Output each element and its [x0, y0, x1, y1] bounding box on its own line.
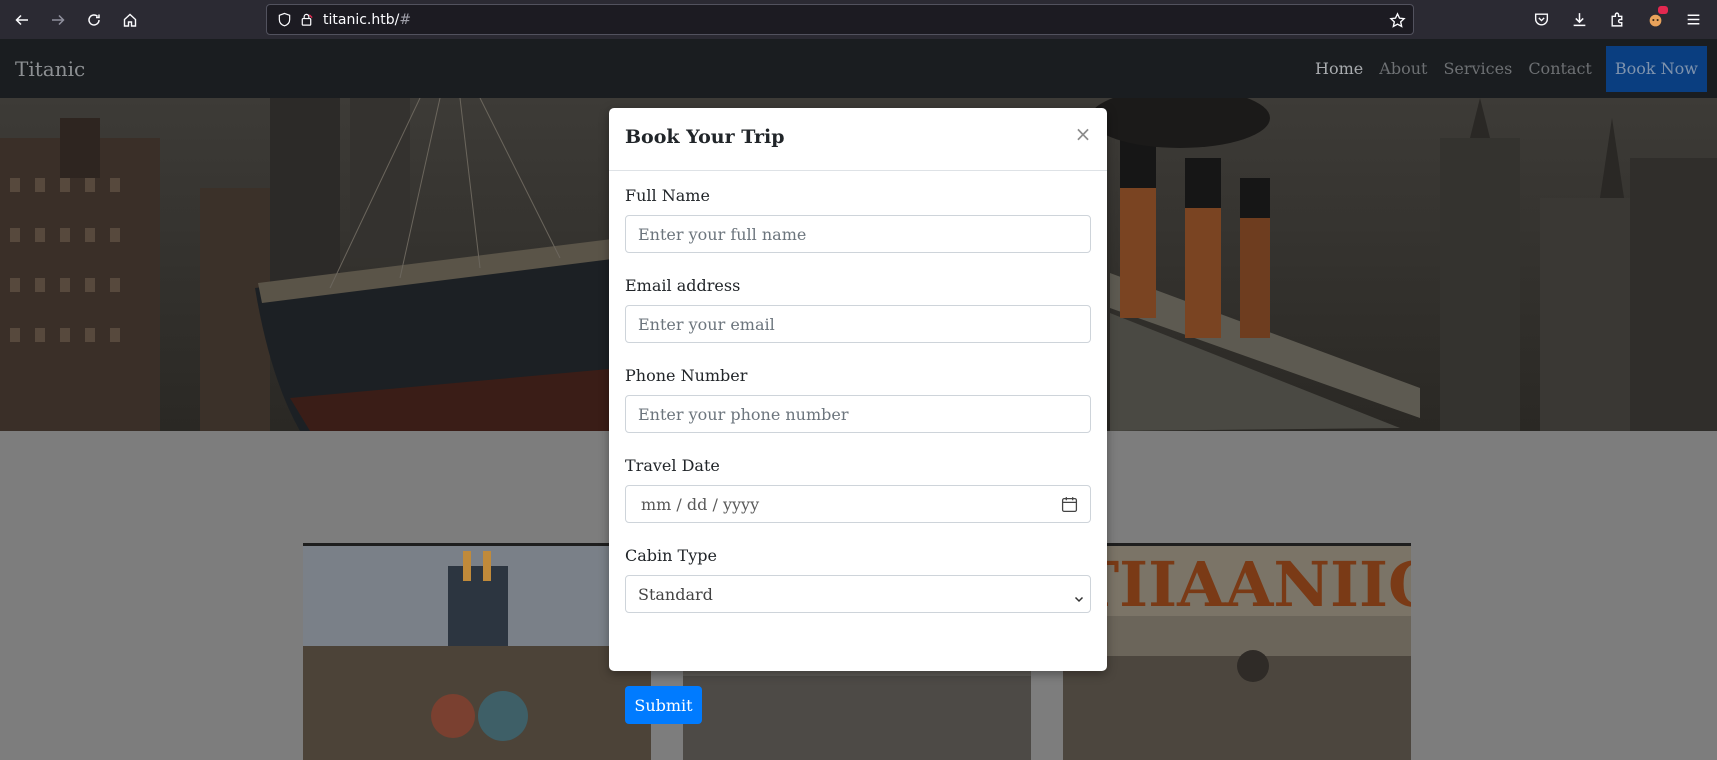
modal-title: Book Your Trip	[625, 126, 785, 148]
feature-card-3: TIIAANIIC	[1063, 543, 1411, 760]
reload-icon[interactable]	[76, 2, 112, 38]
site-navbar: Titanic Home About Services Contact Book…	[0, 39, 1717, 98]
web-page: Titanic Home About Services Contact Book…	[0, 39, 1717, 760]
notification-badge	[1658, 5, 1668, 14]
travel-date-placeholder: mm / dd / yyyy	[641, 494, 760, 514]
travel-date-label: Travel Date	[625, 456, 720, 475]
phone-placeholder: Enter your phone number	[638, 404, 849, 424]
extensions-icon[interactable]	[1599, 2, 1635, 38]
site-menu: Home About Services Contact Book Now	[1299, 39, 1717, 98]
back-icon[interactable]	[4, 2, 40, 38]
phone-label: Phone Number	[625, 366, 748, 385]
booking-form: Full Name Enter your full name Email add…	[625, 186, 1091, 724]
calendar-icon[interactable]	[1061, 496, 1078, 513]
submit-button[interactable]: Submit	[625, 686, 702, 724]
travel-date-input[interactable]: mm / dd / yyyy	[625, 485, 1091, 523]
full-name-label: Full Name	[625, 186, 710, 205]
site-brand[interactable]: Titanic	[15, 57, 85, 81]
forward-icon[interactable]	[40, 2, 76, 38]
svg-text:TIIAANIIC: TIIAANIIC	[1073, 548, 1411, 621]
shield-icon[interactable]	[275, 11, 293, 29]
email-placeholder: Enter your email	[638, 314, 775, 334]
download-icon[interactable]	[1561, 2, 1597, 38]
url-text: titanic.htb/#	[323, 11, 412, 28]
nav-about[interactable]: About	[1379, 59, 1427, 78]
home-icon[interactable]	[112, 2, 148, 38]
feature-card-1	[303, 543, 651, 760]
full-name-input[interactable]: Enter your full name	[625, 215, 1091, 253]
nav-contact[interactable]: Contact	[1528, 59, 1592, 78]
cabin-type-select[interactable]: Standard	[625, 575, 1091, 613]
browser-toolbar: titanic.htb/#	[0, 0, 1717, 39]
pocket-icon[interactable]	[1523, 2, 1559, 38]
modal-header: Book Your Trip ×	[609, 108, 1107, 171]
nav-services[interactable]: Services	[1443, 59, 1512, 78]
profile-icon[interactable]	[1637, 2, 1673, 38]
nav-home[interactable]: Home	[1315, 59, 1363, 78]
phone-input[interactable]: Enter your phone number	[625, 395, 1091, 433]
booking-modal: Book Your Trip × Full Name Enter your fu…	[609, 108, 1107, 724]
book-now-button[interactable]: Book Now	[1605, 45, 1707, 92]
cabin-type-label: Cabin Type	[625, 546, 717, 565]
email-input[interactable]: Enter your email	[625, 305, 1091, 343]
email-label: Email address	[625, 276, 741, 295]
chevron-down-icon	[1074, 589, 1084, 603]
full-name-placeholder: Enter your full name	[638, 224, 807, 244]
bookmark-star-icon[interactable]	[1387, 10, 1407, 30]
lock-icon[interactable]	[297, 11, 315, 29]
menu-icon[interactable]	[1675, 2, 1711, 38]
close-icon[interactable]: ×	[1073, 124, 1093, 144]
address-bar[interactable]: titanic.htb/#	[266, 4, 1414, 35]
cabin-type-value: Standard	[638, 584, 713, 604]
